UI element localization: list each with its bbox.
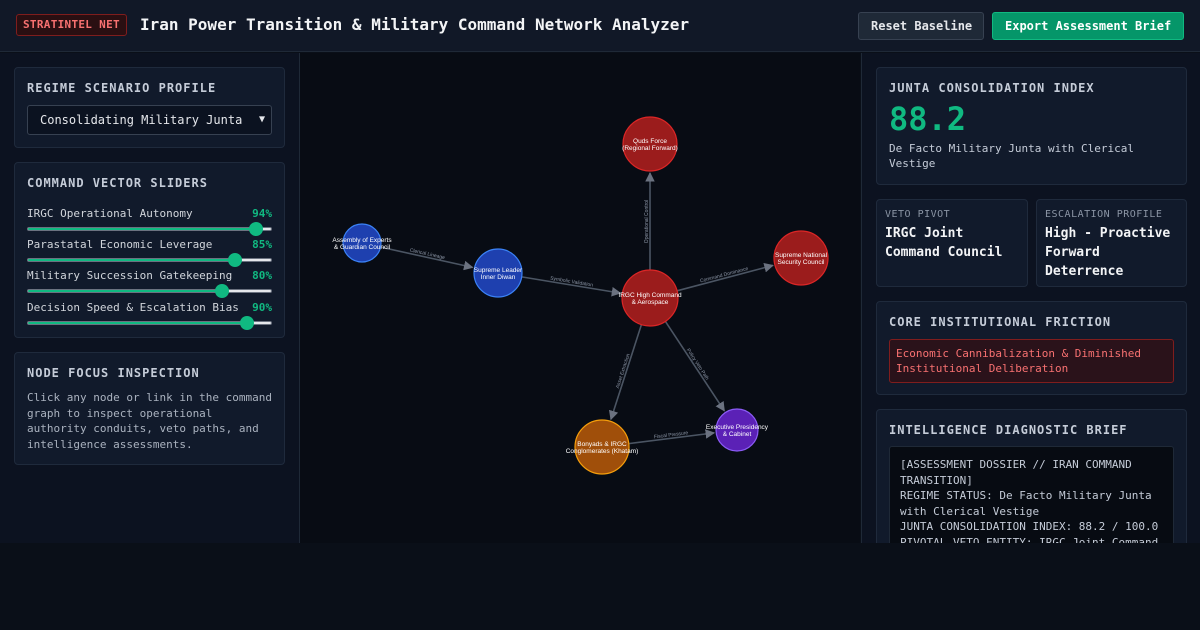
scenario-panel: REGIME SCENARIO PROFILE Consolidating Mi… xyxy=(14,67,285,148)
graph-node-leader[interactable]: Supreme LeaderInner Diwan xyxy=(473,248,523,298)
escalation-profile-card: ESCALATION PROFILE High - Proactive Forw… xyxy=(1036,199,1187,287)
slider-thumb[interactable] xyxy=(239,316,254,330)
graph-node-label: IRGC High Command xyxy=(618,292,682,299)
graph-node-label: Inner Diwan xyxy=(481,274,516,281)
slider-thumb[interactable] xyxy=(249,222,264,236)
friction-panel-title: CORE INSTITUTIONAL FRICTION xyxy=(889,315,1112,329)
sliders-panel-title: COMMAND VECTOR SLIDERS xyxy=(27,176,208,190)
top-header: STRATINTEL NET Iran Power Transition & M… xyxy=(0,0,1200,52)
slider-thumb[interactable] xyxy=(215,284,230,298)
brief-panel: INTELLIGENCE DIAGNOSTIC BRIEF [ASSESSMEN… xyxy=(876,409,1187,543)
slider-economic-leverage[interactable]: Parastatal Economic Leverage 85% xyxy=(27,238,272,267)
slider-label: Parastatal Economic Leverage xyxy=(27,238,213,251)
slider-label: Military Succession Gatekeeping xyxy=(27,269,233,282)
graph-node-bonyads[interactable]: Bonyads & IRGCConglomerates (Khatam) xyxy=(566,419,639,475)
scenario-select-value: Consolidating Military Junta xyxy=(40,113,243,127)
inspection-panel-title: NODE FOCUS INSPECTION xyxy=(27,366,200,380)
graph-node-label: (Regional Forward) xyxy=(622,145,678,152)
slider-fill xyxy=(28,259,235,261)
graph-node-irgc[interactable]: IRGC High Command& Aerospace xyxy=(618,269,682,327)
friction-panel: CORE INSTITUTIONAL FRICTION Economic Can… xyxy=(876,301,1187,395)
slider-irgc-autonomy[interactable]: IRGC Operational Autonomy 94% xyxy=(27,207,272,236)
reset-baseline-button[interactable]: Reset Baseline xyxy=(858,12,984,40)
brief-line: JUNTA CONSOLIDATION INDEX: 88.2 / 100.0 xyxy=(900,520,1159,533)
slider-value: 80% xyxy=(252,269,272,282)
graph-node-exec[interactable]: Executive Presidency& Cabinet xyxy=(706,408,769,452)
slider-label: Decision Speed & Escalation Bias xyxy=(27,301,239,314)
graph-node-experts[interactable]: Assembly of Experts& Guardian Council xyxy=(332,223,392,263)
inspection-text: Click any node or link in the command gr… xyxy=(27,391,273,451)
veto-pivot-value: IRGC Joint Command Council xyxy=(885,226,1003,260)
escalation-profile-value: High - Proactive Forward Deterrence xyxy=(1045,226,1171,279)
slider-label: IRGC Operational Autonomy xyxy=(27,207,193,220)
junta-index-value: 88.2 xyxy=(889,100,967,138)
command-graph-canvas[interactable]: Operational Control Command Dominance Symb… xyxy=(300,53,860,543)
graph-node-label: Executive Presidency xyxy=(706,424,769,431)
graph-edge-label: Policy Veto Path xyxy=(685,348,710,382)
export-brief-button[interactable]: Export Assessment Brief xyxy=(992,12,1184,40)
graph-node-label: Supreme Leader xyxy=(474,267,523,274)
slider-fill xyxy=(28,228,257,230)
brand-badge: STRATINTEL NET xyxy=(16,14,127,36)
veto-pivot-card: VETO PIVOT IRGC Joint Command Council xyxy=(876,199,1028,287)
app-title: Iran Power Transition & Military Command… xyxy=(140,15,690,34)
slider-value: 85% xyxy=(252,238,272,251)
left-sidebar: REGIME SCENARIO PROFILE Consolidating Mi… xyxy=(0,53,300,543)
slider-fill xyxy=(28,290,223,292)
slider-track[interactable] xyxy=(27,222,272,236)
right-sidebar: JUNTA CONSOLIDATION INDEX 88.2 De Facto … xyxy=(861,53,1200,543)
brief-line: REGIME STATUS: De Facto Military Junta w… xyxy=(900,489,1152,518)
brief-text-area[interactable]: [ASSESSMENT DOSSIER // IRAN COMMAND TRAN… xyxy=(889,446,1174,543)
graph-node-label: & Cabinet xyxy=(723,431,752,438)
slider-escalation-bias[interactable]: Decision Speed & Escalation Bias 90% xyxy=(27,301,272,330)
brief-line: [ASSESSMENT DOSSIER // IRAN COMMAND TRAN… xyxy=(900,458,1132,487)
graph-node-label: Supreme National xyxy=(775,252,828,259)
graph-node-label: & Aerospace xyxy=(632,299,669,306)
graph-edge-label: Operational Control xyxy=(644,200,650,243)
veto-pivot-label: VETO PIVOT xyxy=(885,209,951,220)
sliders-panel: COMMAND VECTOR SLIDERS IRGC Operational … xyxy=(14,162,285,338)
graph-edge-label: Command Dominance xyxy=(699,266,749,285)
graph-node-label: Security Council xyxy=(778,259,826,266)
index-panel: JUNTA CONSOLIDATION INDEX 88.2 De Facto … xyxy=(876,67,1187,185)
brief-line: PIVOTAL VETO ENTITY: IRGC Joint Command … xyxy=(900,535,1159,544)
graph-edge-label: Asset Extraction xyxy=(615,353,632,389)
slider-thumb[interactable] xyxy=(227,253,242,267)
slider-value: 94% xyxy=(252,207,272,220)
graph-node-label: Quds Force xyxy=(633,138,667,145)
junta-index-subtitle: De Facto Military Junta with Clerical Ve… xyxy=(889,142,1135,170)
slider-track[interactable] xyxy=(27,253,272,267)
chevron-down-icon: ▼ xyxy=(258,114,265,125)
graph-edge-label: Clerical Lineage xyxy=(409,248,446,262)
graph-edge-label: Symbolic Validation xyxy=(550,276,594,289)
slider-track[interactable] xyxy=(27,316,272,330)
graph-node-label: Bonyads & IRGC xyxy=(577,441,627,448)
command-graph[interactable]: Operational Control Command Dominance Symb… xyxy=(300,53,860,543)
scenario-panel-title: REGIME SCENARIO PROFILE xyxy=(27,81,217,95)
friction-alert: Economic Cannibalization & Diminished In… xyxy=(889,339,1174,383)
index-panel-title: JUNTA CONSOLIDATION INDEX xyxy=(889,81,1095,95)
scenario-select[interactable]: Consolidating Military Junta ▼ xyxy=(27,105,272,135)
slider-succession-gatekeeping[interactable]: Military Succession Gatekeeping 80% xyxy=(27,269,272,298)
graph-node-snsc[interactable]: Supreme NationalSecurity Council xyxy=(773,230,829,286)
graph-node-label: & Guardian Council xyxy=(334,244,391,251)
graph-node-label: Conglomerates (Khatam) xyxy=(566,448,639,455)
slider-value: 90% xyxy=(252,301,272,314)
escalation-profile-label: ESCALATION PROFILE xyxy=(1045,209,1163,220)
inspection-panel: NODE FOCUS INSPECTION Click any node or … xyxy=(14,352,285,465)
nodes-layer: IRGC High Command& Aerospace Quds Force(R… xyxy=(332,116,829,475)
slider-fill xyxy=(28,322,247,324)
brief-panel-title: INTELLIGENCE DIAGNOSTIC BRIEF xyxy=(889,423,1128,437)
edges-layer: Operational Control Command Dominance Symb… xyxy=(380,172,774,445)
slider-track[interactable] xyxy=(27,284,272,298)
graph-node-quds[interactable]: Quds Force(Regional Forward) xyxy=(622,116,678,172)
graph-node-label: Assembly of Experts xyxy=(332,237,392,244)
